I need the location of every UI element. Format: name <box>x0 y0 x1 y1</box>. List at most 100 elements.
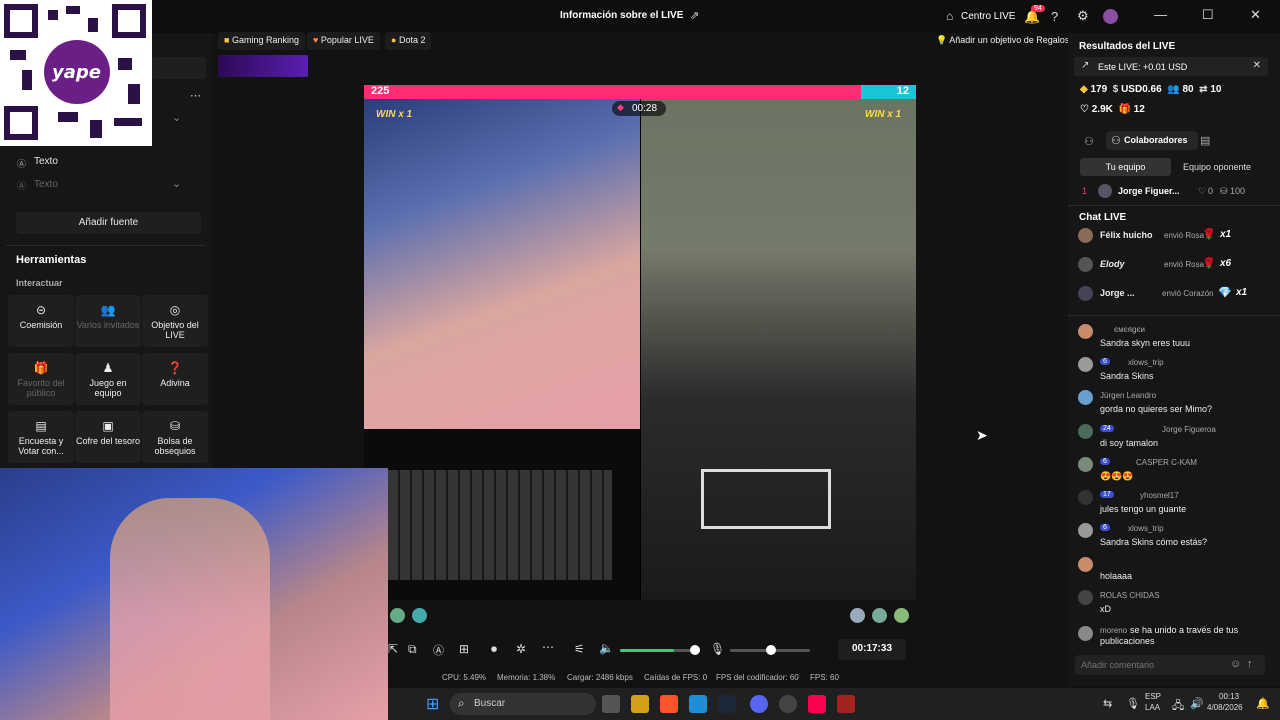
home-icon[interactable]: ⌂ <box>946 9 953 23</box>
chat-username: yhosmel17 <box>1140 491 1179 500</box>
tab-equipo-oponente[interactable]: Equipo oponente <box>1171 158 1263 176</box>
promo-thumbnail[interactable] <box>218 55 308 77</box>
divider <box>6 245 206 246</box>
divider <box>1068 315 1280 316</box>
guest-avatar[interactable] <box>412 608 427 623</box>
task-view-icon[interactable] <box>602 695 620 713</box>
share-icon[interactable]: ⇗ <box>690 9 699 22</box>
language-indicator[interactable]: ESP <box>1145 692 1161 701</box>
clock-date[interactable]: 4/08/2026 <box>1207 703 1243 712</box>
record-icon[interactable]: ⏺ <box>491 642 497 657</box>
rank-score: 100 <box>1230 186 1246 196</box>
help-icon[interactable]: ? <box>1051 9 1058 24</box>
gift-action: envió Rosa <box>1164 231 1205 240</box>
tool-varios-invitados[interactable]: 👥 Varios invitados <box>75 295 141 347</box>
chevron-down-icon[interactable]: ⌄ <box>172 111 181 124</box>
avatar <box>1098 184 1112 198</box>
settings-icon[interactable]: ⚙ <box>1077 8 1089 24</box>
profile-avatar[interactable] <box>1103 9 1118 24</box>
taskbar-search[interactable]: ⌕ Buscar <box>450 693 596 715</box>
tool-bolsa-obsequios[interactable]: ⛁ Bolsa de obsequios <box>142 411 208 463</box>
tab-tu-equipo[interactable]: Tu equipo <box>1080 158 1171 176</box>
more-icon[interactable]: ⋯ <box>190 89 201 102</box>
tool-encuesta[interactable]: ▤ Encuesta y Votar con... <box>8 411 74 463</box>
elapsed-time: 00:17:33 <box>838 639 906 660</box>
speaker-icon[interactable]: 🔈 <box>599 641 614 655</box>
windows-start-icon[interactable]: ⊞ <box>426 694 439 714</box>
guest-avatar[interactable] <box>872 608 887 623</box>
question-icon: ❓ <box>167 361 183 375</box>
user-settings-icon[interactable]: ⚇ <box>1084 135 1094 148</box>
avatar <box>1078 626 1093 641</box>
text-source-label[interactable]: Texto <box>34 156 58 167</box>
ai-icon[interactable]: Ⓐ <box>433 642 444 658</box>
mic-icon[interactable]: 🎙 <box>1126 697 1140 710</box>
speaker-volume-slider[interactable] <box>620 645 700 655</box>
tool-juego-equipo[interactable]: ♟ Juego en equipo <box>75 353 141 405</box>
poll-icon: ▤ <box>35 419 47 433</box>
tag-dota2[interactable]: ● Dota 2 <box>385 32 432 50</box>
app-icon[interactable] <box>779 695 797 713</box>
tool-adivina[interactable]: ❓ Adivina <box>142 353 208 405</box>
send-icon[interactable]: ↑ <box>1247 658 1253 670</box>
close-icon[interactable]: ✕ <box>1253 60 1261 71</box>
collab-icon: ⚇ <box>1111 135 1121 147</box>
stat-cargar: Cargar: 2486 kbps <box>567 673 633 682</box>
screen-icon[interactable]: ⊞ <box>459 642 469 656</box>
tab-colaboradores[interactable]: ⚇ Colaboradores <box>1106 131 1198 150</box>
emoji-icon[interactable]: ☺ <box>1230 658 1241 670</box>
close-button[interactable]: ✕ <box>1250 7 1261 23</box>
brave-icon[interactable] <box>660 695 678 713</box>
more-icon[interactable]: ⋯ <box>542 640 554 654</box>
steam-icon[interactable] <box>718 695 736 713</box>
language-indicator-2[interactable]: LAA <box>1145 703 1160 712</box>
slider-thumb[interactable] <box>690 645 700 655</box>
clock-time[interactable]: 00:13 <box>1219 692 1239 701</box>
webcam-overlay <box>0 468 388 720</box>
chevron-down-icon[interactable]: ⌄ <box>172 177 181 190</box>
dota-icon[interactable] <box>837 695 855 713</box>
mic-icon[interactable]: 🎙 <box>710 642 725 656</box>
discord-icon[interactable] <box>750 695 768 713</box>
expand-icon[interactable]: ⇱ <box>388 642 398 656</box>
network-icon[interactable]: 🖧 <box>1172 697 1184 716</box>
mic-volume-slider[interactable] <box>730 645 810 655</box>
guest-avatar[interactable] <box>390 608 405 623</box>
rank-name: Jorge Figuer... <box>1118 186 1180 196</box>
layout-icon[interactable]: ⧉ <box>408 642 417 657</box>
tool-objetivo-live[interactable]: ◎ Objetivo del LIVE <box>142 295 208 347</box>
ranking-row[interactable]: 1 Jorge Figuer... ♡ 0 ⛁ 100 <box>1082 184 1280 200</box>
heart-icon: ♡ <box>1198 186 1207 196</box>
tool-coemision[interactable]: ⊝ Coemisión <box>8 295 74 347</box>
comment-input[interactable] <box>1081 658 1221 672</box>
slider-thumb[interactable] <box>766 645 776 655</box>
text-source-label-2[interactable]: Texto <box>34 179 58 190</box>
rank-position: 1 <box>1082 186 1088 196</box>
battle-score-bar: 225 12 <box>364 85 916 99</box>
maximize-button[interactable]: ☐ <box>1202 7 1214 23</box>
volume-icon[interactable]: 🔊 <box>1190 697 1204 710</box>
gift-icon: 🎁 <box>33 361 49 375</box>
folder-icon[interactable] <box>631 695 649 713</box>
heart-gift-icon: 💎 <box>1218 287 1232 299</box>
notification-icon[interactable]: 🔔 <box>1256 697 1270 710</box>
tray-icon[interactable]: ⇆ <box>1103 697 1112 710</box>
guest-avatar[interactable] <box>850 608 865 623</box>
tiktok-live-icon[interactable] <box>808 695 826 713</box>
guest-avatar[interactable] <box>894 608 909 623</box>
add-source-button[interactable]: Añadir fuente <box>16 212 201 234</box>
list-icon[interactable]: ▤ <box>1200 134 1210 147</box>
add-gift-goal-button[interactable]: 💡 Añadir un objetivo de Regalos <box>930 32 1075 50</box>
centro-live-link[interactable]: Centro LIVE <box>961 11 1015 22</box>
metrics-row-2: ♡ 2.9K 🎁 12 <box>1080 104 1145 115</box>
tool-label: Coemisión <box>19 320 63 330</box>
app-icon[interactable] <box>689 695 707 713</box>
effects-icon[interactable]: ✲ <box>516 642 526 656</box>
mixer-icon[interactable]: ⚟ <box>574 642 585 656</box>
minimize-button[interactable]: — <box>1154 7 1167 22</box>
tool-cofre[interactable]: ▣ Cofre del tesoro <box>75 411 141 463</box>
tag-gaming-ranking[interactable]: ■ Gaming Ranking <box>218 32 305 50</box>
rank-likes: 0 <box>1208 186 1214 196</box>
tag-popular-live[interactable]: ♥ Popular LIVE <box>307 32 380 50</box>
tool-favorito-publico[interactable]: 🎁 Favorito del público <box>8 353 74 405</box>
